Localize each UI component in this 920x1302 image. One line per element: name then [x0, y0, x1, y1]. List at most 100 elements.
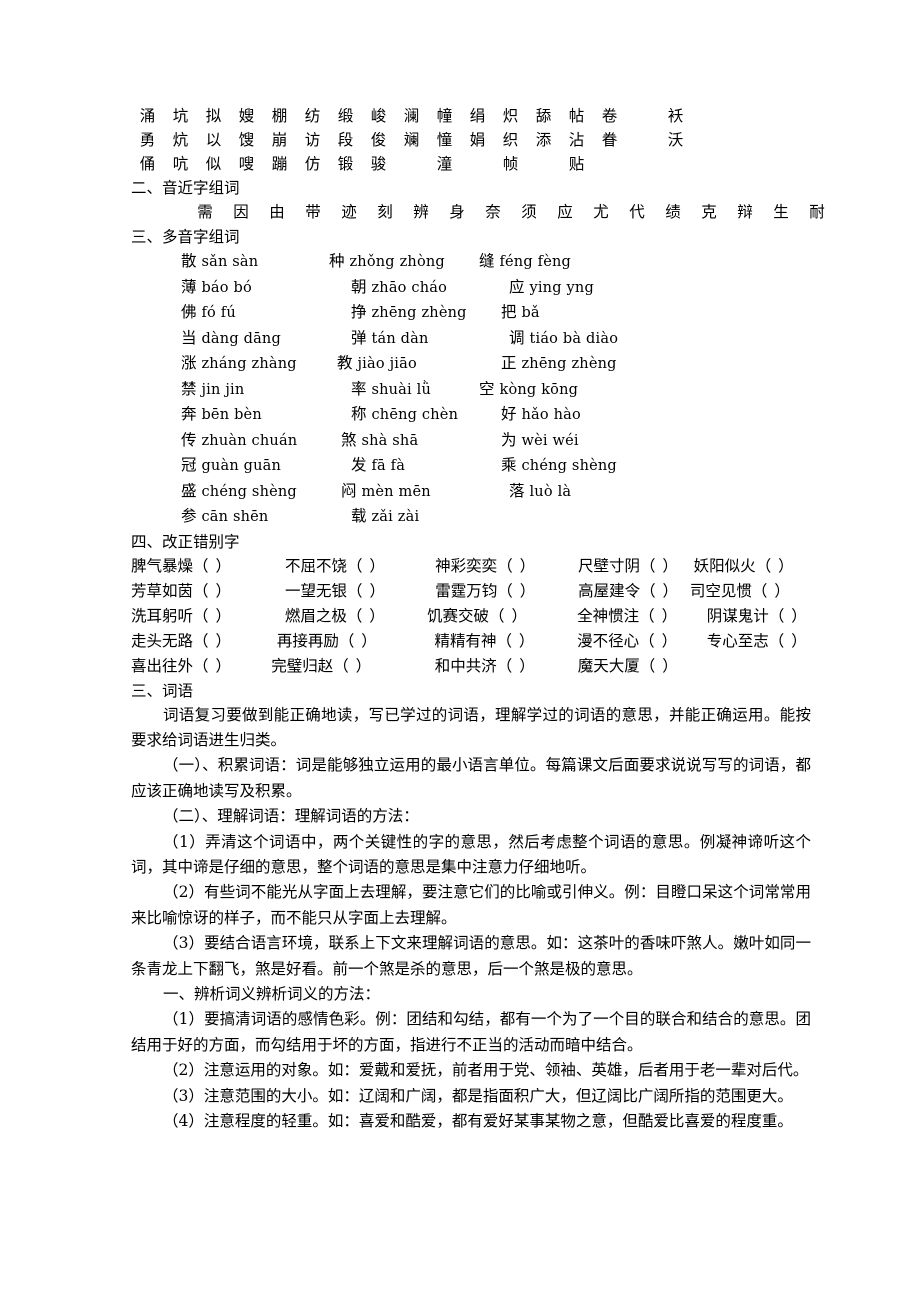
polyphone-pinyin: chéng shèng — [521, 458, 617, 474]
form-char-cell: 吭 — [172, 155, 189, 173]
document-page: 涌坑拟嫂棚纺缎峻澜幢绢炽舔帖卷 袄 勇炕以馊崩访段俊斓憧娟织添沾眷 沃 俑吭似嗖蹦仿… — [0, 0, 920, 1302]
near-sound-char: 身 — [449, 203, 465, 221]
idiom-entry: 和中共济（ ） — [417, 654, 560, 679]
polyphone-character: 奔 — [181, 405, 197, 423]
polyphone-pinyin: zháng zhàng — [201, 356, 297, 372]
polyphone-character: 载 — [351, 507, 367, 525]
form-char-cell: 涌 — [139, 107, 156, 125]
polyphone-character: 涨 — [181, 354, 197, 372]
idiom-entry: 饥赛交破（ ） — [417, 604, 559, 629]
form-char-cell: 幢 — [436, 107, 453, 125]
vocab-paragraph: （3）注意范围的大小。如：辽阔和广阔，都是指面积广大，但辽阔比广阔所指的范围更大… — [163, 1086, 793, 1105]
answer-bracket: （ ） — [193, 656, 232, 675]
near-sound-char: 辨 — [413, 203, 429, 221]
form-char-cell: 勇 — [139, 131, 156, 149]
polyphone-character: 禁 — [181, 379, 197, 398]
section-vocab-heading: 三、词语 — [131, 681, 194, 700]
form-char-cell: 眷 — [601, 131, 618, 149]
polyphone-character: 散 — [181, 252, 197, 270]
polyphone-character: 好 — [501, 405, 517, 423]
polyphone-character: 传 — [181, 430, 197, 449]
idiom-text: 神彩奕奕 — [435, 556, 498, 575]
idiom-row: 喜出往外（ ）完璧归赵（ ）和中共济（ ）魔天大厦（ ） — [131, 654, 811, 679]
near-sound-char: 刻 — [377, 203, 393, 221]
idiom-entry: 燃眉之极（ ） — [267, 604, 417, 629]
polyphone-pinyin: cān shēn — [201, 509, 269, 525]
answer-bracket: （ ） — [193, 606, 232, 625]
polyphone-entry — [479, 504, 679, 530]
polyphone-character: 乘 — [501, 456, 517, 474]
polyphone-character: 为 — [501, 430, 517, 449]
polyphone-character: 应 — [509, 277, 525, 296]
form-char-cell: 憧 — [436, 131, 453, 149]
polyphone-character: 盛 — [181, 481, 197, 500]
polyphone-row: 涨 zháng zhàng 教 jiào jiāo 正 zhēng zhèng — [179, 351, 811, 377]
form-char-cell: 织 — [502, 131, 519, 149]
near-sound-char: 由 — [269, 203, 285, 221]
form-char-cell: 蹦 — [271, 155, 288, 173]
form-char-cell: 嫂 — [238, 107, 255, 125]
idiom-entry: 阴谋鬼计（ ） — [689, 604, 811, 629]
near-sound-char: 耐 — [809, 203, 825, 221]
form-char-cell: 沃 — [667, 131, 684, 149]
form-char-cell: 馊 — [238, 131, 255, 149]
polyphone-character: 空 — [479, 379, 495, 398]
idiom-text: 脾气暴燥 — [131, 556, 194, 575]
polyphone-entry: 闷 mèn mēn — [329, 479, 479, 505]
form-char-cell: 俑 — [139, 155, 156, 173]
idiom-entry: 一望无银（ ） — [267, 579, 417, 604]
form-char-cell: 绢 — [469, 107, 486, 125]
polyphone-pinyin: jin jin — [201, 381, 245, 398]
form-char-row: 涌坑拟嫂棚纺缎峻澜幢绢炽舔帖卷 袄 — [131, 104, 811, 128]
polyphone-pinyin: báo bó — [201, 279, 252, 296]
polyphone-row: 盛 chéng shèng 闷 mèn mēn 落 luò là — [179, 479, 811, 505]
form-char-cell: 崩 — [271, 131, 288, 149]
polyphone-character: 佛 — [181, 303, 197, 321]
polyphone-character: 朝 — [351, 277, 367, 296]
form-char-cell: 娟 — [469, 131, 486, 149]
polyphone-entry: 薄 báo bó — [179, 275, 329, 301]
polyphone-pinyin: shà shā — [361, 432, 419, 449]
form-char-cell: 纺 — [304, 107, 321, 125]
polyphone-table: 散 sǎn sàn 种 zhǒng zhòng 缝 féng fèng 薄 báo b… — [131, 249, 811, 530]
polyphone-pinyin: dàng dāng — [201, 330, 281, 347]
polyphone-pinyin: mèn mēn — [361, 483, 431, 500]
polyphone-pinyin: féng fèng — [499, 254, 571, 270]
idiom-entry: 精精有神（ ） — [416, 629, 559, 654]
form-char-row: 俑吭似嗖蹦仿锻骏 潼 帧 贴 — [131, 152, 811, 176]
answer-bracket: （ ） — [497, 556, 537, 575]
idiom-entry: 专心至志（ ） — [689, 629, 811, 654]
idiom-text: 阴谋鬼计 — [706, 606, 769, 625]
polyphone-character: 称 — [351, 405, 367, 423]
idiom-entry: 全神惯注（ ） — [559, 604, 689, 629]
idiom-entry: 不屈不饶（ ） — [267, 554, 417, 579]
form-char-cell: 帖 — [568, 107, 585, 125]
idiom-text: 芳草如茵 — [131, 581, 194, 600]
answer-bracket: （ ） — [497, 581, 537, 600]
idiom-entry: 完璧归赵（ ） — [267, 654, 417, 679]
vocab-paragraph: （4）注意程度的轻重。如：喜爱和酷爱，都有爱好某事某物之意，但酷爱比喜爱的程度重… — [163, 1112, 793, 1130]
form-char-cell: 贴 — [568, 155, 585, 173]
polyphone-character: 调 — [509, 328, 525, 347]
idiom-text: 完璧归赵 — [271, 656, 334, 675]
near-sound-char: 须 — [521, 203, 537, 221]
polyphone-character: 煞 — [341, 430, 357, 449]
polyphone-entry: 应 ying yng — [479, 275, 679, 301]
polyphone-pinyin: tán dàn — [371, 330, 429, 347]
polyphone-row: 禁 jin jin 率 shuài lǜ 空 kòng kōng — [179, 377, 811, 403]
form-char-cell: 卷 — [601, 107, 618, 125]
near-sound-char: 需 — [197, 203, 213, 221]
idiom-entry: 高屋建令（ ） — [560, 579, 690, 604]
polyphone-pinyin: jiào jiāo — [357, 356, 417, 372]
section-three-heading: 三、多音字组词 — [131, 228, 240, 246]
idiom-text: 专心至志 — [706, 631, 769, 650]
near-sound-char: 应 — [557, 203, 573, 221]
polyphone-character: 闷 — [341, 481, 357, 500]
polyphone-entry: 发 fā fà — [329, 453, 479, 479]
idiom-text: 全神惯注 — [577, 606, 640, 625]
idiom-text: 妖阳似火 — [693, 556, 756, 575]
polyphone-character: 发 — [351, 456, 367, 474]
polyphone-character: 挣 — [351, 303, 367, 321]
near-sound-char: 辩 — [737, 203, 753, 221]
idiom-text: 司空见惯 — [689, 581, 752, 600]
